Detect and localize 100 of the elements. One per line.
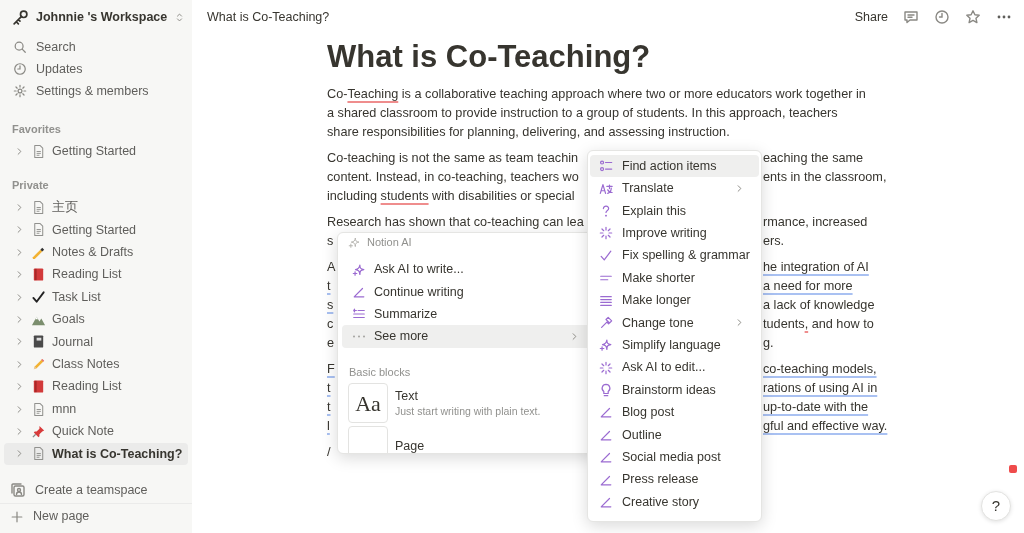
sidebar-page-item[interactable]: Class Notes (4, 353, 188, 376)
nav-item[interactable]: Search (36, 37, 76, 57)
sidebar-page-item[interactable]: 主页 (4, 196, 188, 219)
text-line: gful and effective way. (763, 418, 888, 435)
lightbulb-icon (599, 383, 613, 398)
search-icon (13, 40, 27, 54)
text-line: t (327, 380, 331, 397)
text-line: t (327, 399, 331, 416)
pencil-icon (31, 356, 46, 372)
sidebar-page-item[interactable]: Reading List (4, 263, 188, 286)
sparkle-icon (352, 262, 366, 277)
chevron-right-icon (14, 246, 25, 258)
text-line: a need for more (763, 278, 853, 295)
section-label: Private (11, 178, 50, 194)
pen-line-icon (599, 405, 613, 420)
sparkle-icon (599, 338, 613, 353)
menu-item[interactable]: Press release (590, 468, 759, 491)
translate-icon (599, 181, 613, 196)
text-line: ents in the classroom, (763, 169, 887, 186)
checklist-icon (599, 159, 613, 174)
teamspace-icon (10, 482, 26, 499)
text-line: share responsibilities for planning, delivering, and assessing instruction. (327, 124, 730, 141)
section-label: Favorites (11, 121, 62, 137)
text-line: ers. (763, 233, 785, 250)
page-icon (31, 143, 46, 159)
text-line: F (327, 361, 335, 378)
settings-icon (13, 84, 27, 98)
sidebar-page-item[interactable]: Getting Started (4, 140, 188, 163)
clock-icon (13, 62, 27, 76)
share-button[interactable]: Share (854, 7, 888, 27)
more-icon (352, 335, 366, 339)
text-line: Research has shown that co-teaching can lea (327, 214, 584, 231)
key-icon (12, 8, 29, 26)
pin-icon (31, 424, 46, 439)
menu-item[interactable]: Explain this (590, 199, 759, 223)
text-line: s (327, 297, 334, 314)
text-line: content. Instead, in co-teaching, teachers wo (327, 169, 579, 186)
page-title: What is Co-Teaching? (327, 38, 652, 76)
text-line: A (327, 259, 336, 276)
menu-header: Notion AI (367, 235, 412, 250)
sparkle-icon (599, 226, 613, 241)
text-line: eaching the same (763, 150, 864, 167)
text-line: a lack of knowledge (763, 297, 875, 314)
star-icon[interactable] (965, 9, 981, 25)
nav-item[interactable]: Settings & members (36, 81, 149, 101)
menu-item[interactable]: Find action items (590, 155, 759, 178)
text-line: up-to-date with the (763, 399, 869, 416)
text-line: Co-teaching is not the same as team teachin (327, 150, 579, 167)
book-icon (31, 267, 46, 283)
pen-line-icon (599, 495, 613, 510)
sidebar-page-item[interactable]: Journal (4, 330, 188, 354)
new-page-button[interactable]: New page (33, 507, 90, 526)
text-line: Co-Teaching is a collaborative teaching approach where two or more educators work together in (327, 86, 866, 103)
page-icon (31, 446, 46, 462)
plus-icon (10, 509, 24, 524)
text-line: tudents, and how to (763, 316, 874, 333)
book-icon (31, 379, 46, 395)
text-block-thumbnail: Aa (348, 383, 388, 424)
page-icon (31, 401, 46, 417)
menu-item[interactable]: Creative story (590, 490, 759, 514)
menu-item[interactable]: Ask AI to edit... (590, 356, 759, 379)
pen-line-icon (599, 450, 613, 465)
text-line: t (327, 278, 331, 295)
menu-section-label: Basic blocks (348, 364, 412, 380)
text-line: including students with disabilities or special (327, 188, 575, 205)
menu-item[interactable]: Improve writing (590, 222, 759, 245)
sidebar-page-item[interactable]: What is Co-Teaching? (4, 442, 188, 466)
check-icon (599, 248, 613, 263)
create-teamspace-link[interactable]: Create a teamspace (35, 480, 148, 500)
nav-item[interactable]: Updates (36, 59, 83, 79)
clock-icon[interactable] (934, 9, 950, 25)
workspace-name[interactable]: Johnnie 's Workspace (36, 7, 168, 27)
sparkle-icon (599, 360, 613, 375)
comment-icon[interactable] (903, 9, 919, 25)
menu-item[interactable]: Translate (590, 177, 759, 200)
text-line: he integration of AI (763, 259, 869, 276)
notebook-icon (31, 334, 46, 350)
text-line: c (327, 316, 334, 333)
help-button[interactable]: ? (981, 491, 1011, 521)
command-text: / (327, 443, 331, 461)
text-line: co-teaching models, (763, 361, 877, 378)
text-line: rations of using AI in (763, 380, 878, 397)
sidebar-page-item[interactable]: Goals (4, 308, 188, 331)
sidebar-page-item[interactable]: Notes & Drafts (4, 241, 188, 264)
breadcrumb[interactable]: What is Co-Teaching? (207, 7, 330, 27)
page-icon (31, 200, 46, 216)
sidebar-page-item[interactable]: Getting Started (4, 218, 188, 242)
text-line: l (327, 418, 330, 435)
sparkle-icon (348, 235, 361, 249)
text-line: g. (763, 335, 774, 352)
sidebar-page-item[interactable]: Reading List (4, 375, 188, 398)
text-line: e (327, 335, 335, 352)
page-icon (31, 222, 46, 238)
text-line: rmance, increased (763, 214, 868, 231)
sidebar-page-item[interactable]: mnn (4, 397, 188, 421)
sidebar-page-item[interactable]: Quick Note (4, 420, 188, 443)
check-icon (31, 289, 46, 305)
text-line: s (327, 233, 334, 250)
sidebar-page-item[interactable]: Task List (4, 285, 188, 309)
text-line: a shared classroom to provide instruction to a group of students. In this approach, teachers (327, 105, 838, 122)
